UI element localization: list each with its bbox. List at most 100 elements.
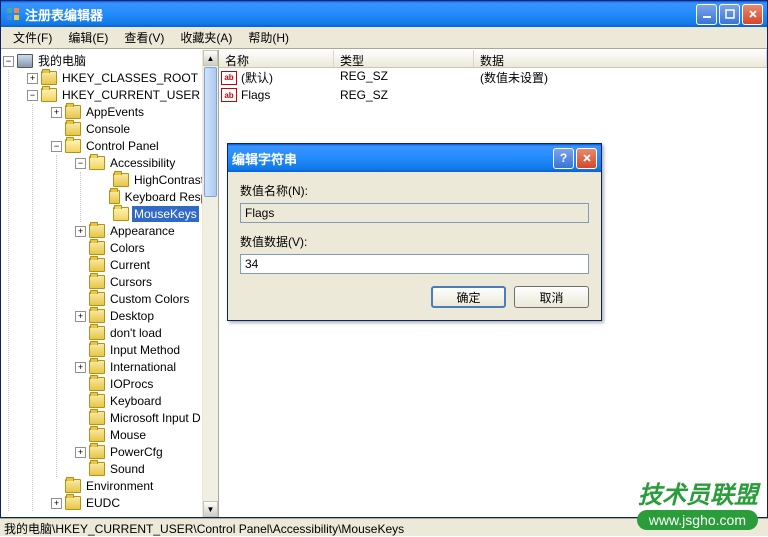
list-header[interactable]: 名称 类型 数据 — [219, 50, 767, 68]
scroll-up-button[interactable]: ▲ — [203, 50, 218, 66]
tree-item[interactable]: Sound — [108, 461, 147, 477]
string-value-icon: ab — [221, 88, 237, 102]
tree-item[interactable]: Accessibility — [108, 155, 177, 171]
app-icon — [5, 6, 21, 22]
folder-icon — [65, 122, 81, 136]
minimize-button[interactable] — [696, 4, 717, 25]
cancel-button[interactable]: 取消 — [514, 286, 589, 308]
tree-item[interactable]: International — [108, 359, 178, 375]
menu-view[interactable]: 查看(V) — [116, 27, 172, 48]
tree-item-selected[interactable]: MouseKeys — [132, 206, 199, 222]
tree-item[interactable]: Environment — [84, 478, 155, 494]
folder-icon — [89, 224, 105, 238]
close-button[interactable] — [742, 4, 763, 25]
tree-item[interactable]: HighContrast — [132, 172, 206, 188]
value-name-input[interactable] — [240, 203, 589, 223]
tree-item[interactable]: Input Method — [108, 342, 182, 358]
tree-pane[interactable]: − 我的电脑 + HKEY_CLASSES_ROOT − HKEY_CURRENT_… — [1, 50, 219, 517]
folder-icon — [113, 173, 129, 187]
main-titlebar[interactable]: 注册表编辑器 — [1, 1, 767, 27]
menu-file[interactable]: 文件(F) — [5, 27, 60, 48]
list-row[interactable]: ab (默认) REG_SZ (数值未设置) — [219, 68, 767, 87]
folder-icon — [113, 207, 129, 221]
menu-help[interactable]: 帮助(H) — [240, 27, 297, 48]
folder-icon — [89, 428, 105, 442]
tree-root[interactable]: 我的电脑 — [36, 53, 88, 69]
tree-item[interactable]: Mouse — [108, 427, 148, 443]
folder-icon — [65, 139, 81, 153]
ok-button[interactable]: 确定 — [431, 286, 506, 308]
folder-icon — [89, 292, 105, 306]
tree-item[interactable]: Control Panel — [84, 138, 161, 154]
dialog-close-button[interactable] — [576, 148, 597, 169]
expand-toggle[interactable]: − — [27, 90, 38, 101]
scroll-down-button[interactable]: ▼ — [203, 501, 218, 517]
value-data-input[interactable] — [240, 254, 589, 274]
tree-hkcu[interactable]: HKEY_CURRENT_USER — [60, 87, 202, 103]
tree-item[interactable]: Microsoft Input D — [108, 410, 203, 426]
tree-item[interactable]: Keyboard — [108, 393, 163, 409]
scroll-thumb[interactable] — [204, 67, 217, 197]
tree-item[interactable]: Custom Colors — [108, 291, 191, 307]
expand-toggle[interactable]: + — [75, 311, 86, 322]
list-row[interactable]: ab Flags REG_SZ — [219, 87, 767, 103]
folder-icon — [65, 105, 81, 119]
tree-item[interactable]: Console — [84, 121, 132, 137]
tree-item[interactable]: don't load — [108, 325, 164, 341]
folder-icon — [109, 190, 120, 204]
value-name: Flags — [241, 88, 270, 102]
folder-icon — [41, 88, 57, 102]
folder-icon — [89, 377, 105, 391]
expand-toggle[interactable]: + — [75, 362, 86, 373]
folder-icon — [89, 326, 105, 340]
expand-toggle[interactable]: − — [51, 141, 62, 152]
tree-hkcr[interactable]: HKEY_CLASSES_ROOT — [60, 70, 200, 86]
statusbar: 我的电脑\HKEY_CURRENT_USER\Control Panel\Acc… — [0, 518, 768, 536]
value-name: (默认) — [241, 69, 273, 86]
tree-item[interactable]: AppEvents — [84, 104, 146, 120]
folder-icon — [89, 343, 105, 357]
folder-icon — [89, 394, 105, 408]
expand-toggle[interactable]: + — [51, 498, 62, 509]
expand-toggle[interactable]: + — [75, 447, 86, 458]
value-data — [474, 88, 767, 102]
tree-item[interactable]: Cursors — [108, 274, 154, 290]
tree-item[interactable]: Desktop — [108, 308, 156, 324]
expand-toggle[interactable]: + — [27, 73, 38, 84]
dialog-help-button[interactable]: ? — [553, 148, 574, 169]
value-data: (数值未设置) — [474, 69, 767, 86]
tree-item[interactable]: EUDC — [84, 495, 122, 511]
tree-item[interactable]: Appearance — [108, 223, 177, 239]
folder-icon — [89, 445, 105, 459]
value-type: REG_SZ — [334, 88, 474, 102]
col-header-type[interactable]: 类型 — [334, 50, 474, 67]
string-value-icon: ab — [221, 71, 237, 85]
value-type: REG_SZ — [334, 69, 474, 86]
menubar: 文件(F) 编辑(E) 查看(V) 收藏夹(A) 帮助(H) — [1, 27, 767, 49]
expand-toggle[interactable]: − — [3, 56, 14, 67]
folder-icon — [65, 479, 81, 493]
dialog-title: 编辑字符串 — [232, 149, 553, 168]
col-header-data[interactable]: 数据 — [474, 50, 767, 67]
value-name-label: 数值名称(N): — [240, 182, 589, 199]
tree-item[interactable]: IOProcs — [108, 376, 155, 392]
menu-favorites[interactable]: 收藏夹(A) — [172, 27, 240, 48]
folder-icon — [89, 462, 105, 476]
value-data-label: 数值数据(V): — [240, 233, 589, 250]
folder-icon — [89, 411, 105, 425]
expand-toggle[interactable]: − — [75, 158, 86, 169]
statusbar-path: 我的电脑\HKEY_CURRENT_USER\Control Panel\Acc… — [4, 522, 404, 536]
tree-item[interactable]: Current — [108, 257, 152, 273]
folder-icon — [89, 156, 105, 170]
expand-toggle[interactable]: + — [51, 107, 62, 118]
tree-item[interactable]: Colors — [108, 240, 147, 256]
tree-scrollbar[interactable]: ▲ ▼ — [202, 50, 218, 517]
folder-icon — [89, 275, 105, 289]
col-header-name[interactable]: 名称 — [219, 50, 334, 67]
menu-edit[interactable]: 编辑(E) — [60, 27, 116, 48]
maximize-button[interactable] — [719, 4, 740, 25]
dialog-titlebar[interactable]: 编辑字符串 ? — [228, 144, 601, 172]
tree-item[interactable]: PowerCfg — [108, 444, 165, 460]
edit-string-dialog: 编辑字符串 ? 数值名称(N): 数值数据(V): 确定 取消 — [227, 143, 602, 321]
expand-toggle[interactable]: + — [75, 226, 86, 237]
